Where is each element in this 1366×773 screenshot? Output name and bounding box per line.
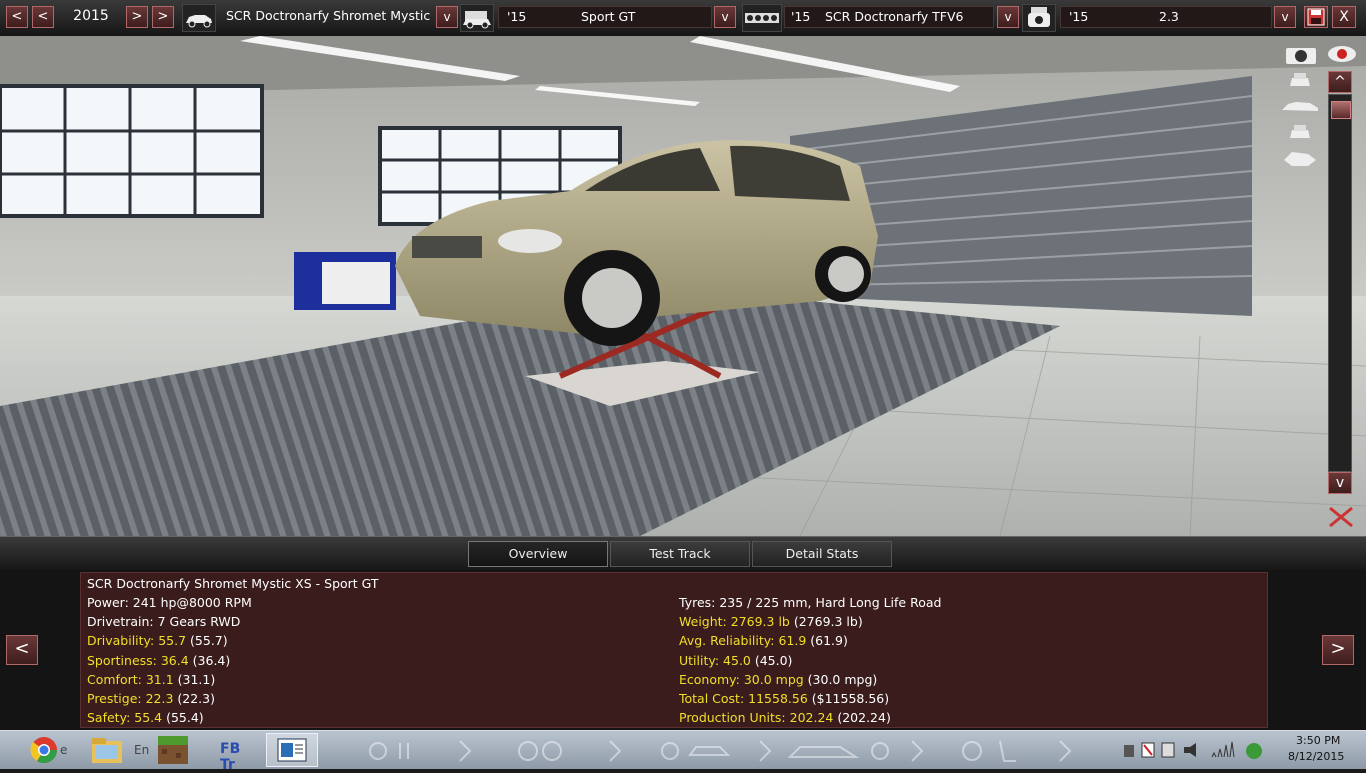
- year-next-fast-button[interactable]: >: [152, 6, 174, 28]
- car-side-view-icon[interactable]: [1280, 96, 1320, 116]
- tab-test-track[interactable]: Test Track: [610, 541, 750, 567]
- stat-utility: Utility: 45.0 (45.0): [679, 653, 793, 668]
- scroll-up-button[interactable]: ^: [1328, 71, 1352, 93]
- engine-icon: [742, 4, 782, 32]
- engine-variant-icon: [1022, 4, 1056, 32]
- automation-game-taskbar-button[interactable]: [266, 733, 318, 767]
- trim-icon: [460, 4, 494, 32]
- scrollbar-thumb[interactable]: [1331, 101, 1351, 119]
- stat-drivability: Drivability: 55.7 (55.7): [87, 633, 228, 648]
- fb-taskbar-button[interactable]: FB Tr: [216, 733, 260, 773]
- next-car-button[interactable]: >: [1322, 635, 1354, 665]
- engine-field[interactable]: '15 SCR Doctronarfy TFV6: [784, 6, 994, 28]
- engine-dropdown-button[interactable]: v: [997, 6, 1019, 28]
- vertical-scrollbar[interactable]: [1328, 94, 1352, 472]
- stat-reliability: Avg. Reliability: 61.9 (61.9): [679, 633, 848, 648]
- grass-block-icon: [158, 736, 188, 764]
- tab-detail-stats[interactable]: Detail Stats: [752, 541, 892, 567]
- prev-car-button[interactable]: <: [6, 635, 38, 665]
- chrome-taskbar-label: e: [60, 743, 68, 757]
- clock-date[interactable]: 8/12/2015: [1288, 750, 1344, 763]
- stat-economy: Economy: 30.0 mpg (30.0 mpg): [679, 672, 878, 687]
- car-title: SCR Doctronarfy Shromet Mystic XS - Spor…: [87, 576, 379, 591]
- stat-safety: Safety: 55.4 (55.4): [87, 710, 204, 725]
- scroll-down-button[interactable]: v: [1328, 472, 1352, 494]
- stat-production-units: Production Units: 202.24 (202.24): [679, 710, 891, 725]
- save-icon: [1307, 8, 1325, 26]
- trim-year: '15: [507, 9, 527, 24]
- stat-sportiness: Sportiness: 36.4 (36.4): [87, 653, 231, 668]
- year-display: 2015: [73, 8, 109, 24]
- year-prev-fast-button[interactable]: <: [6, 6, 28, 28]
- overview-stats-box: SCR Doctronarfy Shromet Mystic XS - Spor…: [80, 572, 1268, 728]
- stat-prestige: Prestige: 22.3 (22.3): [87, 691, 215, 706]
- clock-time[interactable]: 3:50 PM: [1296, 734, 1340, 747]
- camera-icon[interactable]: [1282, 42, 1320, 66]
- window-app-icon: [277, 738, 307, 762]
- stats-panel: < > SCR Doctronarfy Shromet Mystic XS - …: [0, 570, 1366, 730]
- windows-taskbar: e En FB Tr 3:50 PM 8/12/2015: [0, 730, 1366, 773]
- model-name-field[interactable]: SCR Doctronarfy Shromet Mystic XS: [222, 6, 434, 28]
- engine-name: SCR Doctronarfy TFV6: [825, 9, 964, 24]
- stat-power: Power: 241 hp@8000 RPM: [87, 595, 252, 610]
- save-button[interactable]: [1304, 6, 1328, 28]
- top-toolbar: < < 2015 > > SCR Doctronarfy Shromet Mys…: [0, 0, 1366, 37]
- tab-overview[interactable]: Overview: [468, 541, 608, 567]
- disabled-cross-icon[interactable]: [1326, 504, 1356, 530]
- stat-weight: Weight: 2769.3 lb (2769.3 lb): [679, 614, 863, 629]
- stat-total-cost: Total Cost: 11558.56 ($11558.56): [679, 691, 890, 706]
- car-top-view-icon[interactable]: [1282, 148, 1318, 170]
- chrome-taskbar-button[interactable]: e: [24, 733, 68, 767]
- minecraft-taskbar-button[interactable]: [152, 733, 196, 767]
- close-button[interactable]: X: [1332, 6, 1356, 28]
- year-next-button[interactable]: >: [126, 6, 148, 28]
- stat-tyres: Tyres: 235 / 225 mm, Hard Long Life Road: [679, 595, 942, 610]
- garage-3d-viewport[interactable]: ^ v: [0, 36, 1366, 536]
- fb-taskbar-label: FB Tr: [220, 741, 241, 773]
- car-rear-view-icon[interactable]: [1286, 122, 1314, 142]
- folder-icon: [92, 738, 122, 763]
- stat-comfort: Comfort: 31.1 (31.1): [87, 672, 216, 687]
- system-tray-icons[interactable]: [1122, 739, 1262, 761]
- car-front-view-icon[interactable]: [1286, 70, 1314, 90]
- tab-bar: Overview Test Track Detail Stats: [0, 536, 1366, 571]
- variant-dropdown-button[interactable]: v: [1274, 6, 1296, 28]
- trim-name: Sport GT: [581, 9, 636, 24]
- garage-scene-render: [0, 36, 1366, 536]
- visibility-eye-icon[interactable]: [1326, 42, 1358, 66]
- trim-dropdown-button[interactable]: v: [714, 6, 736, 28]
- model-dropdown-button[interactable]: v: [436, 6, 458, 28]
- explorer-taskbar-button[interactable]: En: [88, 733, 149, 767]
- game-progress-hint-icons: [369, 740, 1072, 762]
- variant-field[interactable]: '15 2.3: [1060, 6, 1272, 28]
- stat-drivetrain: Drivetrain: 7 Gears RWD: [87, 614, 241, 629]
- car-model-icon: [182, 4, 216, 32]
- trim-field[interactable]: '15 Sport GT: [498, 6, 712, 28]
- engine-year: '15: [791, 9, 811, 24]
- year-prev-button[interactable]: <: [32, 6, 54, 28]
- variant-year: '15: [1069, 9, 1089, 24]
- variant-name: 2.3: [1159, 9, 1179, 24]
- explorer-taskbar-label: En: [134, 743, 150, 757]
